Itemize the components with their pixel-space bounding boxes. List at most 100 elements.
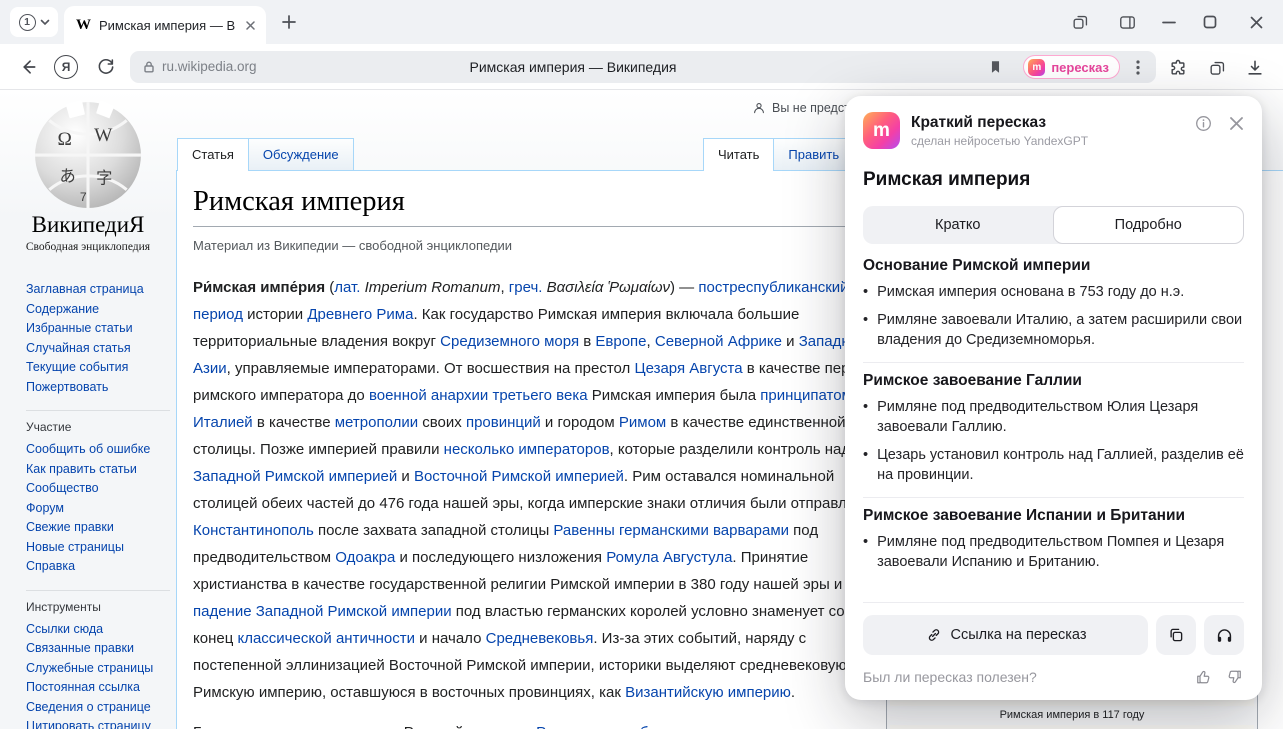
article-text: Imperium Romanum	[365, 279, 501, 296]
sidebar-link[interactable]: Постоянная ссылка	[26, 678, 170, 698]
panel-actions: Ссылка на пересказ	[863, 602, 1244, 655]
kebab-menu-icon[interactable]	[1130, 59, 1146, 76]
puzzle-icon	[1168, 58, 1188, 78]
article-text: и последующего низложения	[395, 549, 606, 566]
side-panel-icon[interactable]	[1116, 11, 1138, 33]
summary-bullet: •Цезарь установил контроль над Галлией, …	[863, 445, 1244, 486]
bullet-text: Римляне под предводительством Помпея и Ц…	[877, 532, 1244, 573]
sidebar-link[interactable]: Заглавная страница	[26, 280, 170, 300]
close-window-button[interactable]	[1245, 11, 1267, 33]
listen-button[interactable]	[1204, 615, 1244, 655]
sidebar-link[interactable]: Текущие события	[26, 358, 170, 378]
article-link[interactable]: лат.	[334, 279, 360, 296]
article-link[interactable]: Западной Римской империей	[193, 468, 397, 485]
pereskaz-button[interactable]: m пересказ	[1023, 55, 1120, 79]
article-link[interactable]: Средневековья	[486, 630, 594, 647]
wikipedia-globe-logo[interactable]: Ω W あ 字 7	[26, 96, 150, 210]
sidebar-link[interactable]: Ссылки сюда	[26, 620, 170, 640]
infobox-map-image-2[interactable]	[890, 725, 1254, 729]
article-link[interactable]: Средиземного моря	[440, 333, 579, 350]
article-link[interactable]: Северной Африке	[655, 333, 782, 350]
refresh-button[interactable]	[94, 55, 118, 79]
back-button[interactable]	[16, 55, 40, 79]
wiki-tab[interactable]: Обсуждение	[249, 138, 354, 170]
sidebar-link[interactable]: Свежие правки	[26, 518, 170, 538]
article-link[interactable]: Европе	[595, 333, 646, 350]
tab-list-button[interactable]: 1	[10, 7, 58, 37]
article-link[interactable]: Восточной Римской империей	[414, 468, 624, 485]
minimize-button[interactable]	[1158, 11, 1180, 33]
sidebar-link[interactable]: Случайная статья	[26, 339, 170, 359]
browser-tab[interactable]: W Римская империя — В	[64, 6, 266, 44]
back-arrow-icon	[18, 57, 38, 77]
sidebar-link[interactable]: Избранные статьи	[26, 319, 170, 339]
thumbs-down-icon[interactable]	[1226, 668, 1244, 686]
article-link[interactable]: Италией	[193, 414, 253, 431]
personal-label: Вы не предст	[772, 101, 850, 115]
info-button[interactable]	[1194, 114, 1213, 133]
tab-groups-icon[interactable]	[1069, 11, 1091, 33]
article-link[interactable]: Римская республика	[536, 724, 680, 729]
thumbs-up-icon[interactable]	[1194, 668, 1212, 686]
address-bar[interactable]: ru.wikipedia.org Римская империя — Викип…	[130, 51, 1156, 83]
new-tab-button[interactable]	[278, 11, 300, 33]
article-link[interactable]: классической античности	[237, 630, 415, 647]
article-link[interactable]: Ромула Августула	[606, 549, 732, 566]
article-link[interactable]: принципатом	[760, 387, 852, 404]
article-link[interactable]: несколько императоров	[444, 441, 610, 458]
collections-icon	[1208, 59, 1227, 78]
sidebar-link[interactable]: Связанные правки	[26, 639, 170, 659]
summary-tab[interactable]: Кратко	[863, 206, 1053, 244]
article-subtitle: Материал из Википедии — свободной энцикл…	[193, 238, 512, 253]
wiki-tab[interactable]: Статья	[177, 138, 249, 171]
downloads-button[interactable]	[1243, 56, 1267, 80]
article-text: и начало	[415, 630, 486, 647]
maximize-button[interactable]	[1199, 11, 1221, 33]
wikipedia-wordmark: ВикипедиЯ	[0, 212, 176, 238]
yandex-button[interactable]: Я	[54, 55, 78, 79]
panel-header: m Краткий пересказ сделан нейросетью Yan…	[863, 112, 1244, 149]
sidebar-link[interactable]: Сообщить об ошибке	[26, 440, 170, 460]
article-link[interactable]: греч.	[509, 279, 543, 296]
sidebar-link[interactable]: Сведения о странице	[26, 698, 170, 718]
copy-text-button[interactable]	[1156, 615, 1196, 655]
wiki-tab[interactable]: Править	[774, 138, 854, 170]
svg-text:字: 字	[96, 170, 112, 188]
article-link[interactable]: Цезаря Августа	[634, 360, 742, 377]
article-link[interactable]: метрополии	[335, 414, 418, 431]
sidebar-link[interactable]: Сообщество	[26, 479, 170, 499]
article-link[interactable]: Одоакра	[335, 549, 395, 566]
article-link[interactable]: Равенны	[553, 522, 614, 539]
tab-close-icon[interactable]	[245, 20, 256, 31]
article-link[interactable]: Византийскую империю	[625, 684, 791, 701]
wiki-tab[interactable]: Читать	[703, 138, 774, 171]
summary-tab[interactable]: Подробно	[1053, 206, 1245, 244]
sidebar-link[interactable]: Как править статьи	[26, 460, 170, 480]
article-link[interactable]: Древнего Рима	[307, 306, 413, 323]
article-link[interactable]: военной анархии третьего века	[369, 387, 588, 404]
article-link[interactable]: Римом	[619, 414, 666, 431]
copy-summary-link-button[interactable]: Ссылка на пересказ	[863, 615, 1148, 655]
extensions-button[interactable]	[1166, 56, 1190, 80]
summary-panel: m Краткий пересказ сделан нейросетью Yan…	[845, 96, 1262, 700]
sidebar-link[interactable]: Справка	[26, 557, 170, 577]
sidebar-link[interactable]: Форум	[26, 499, 170, 519]
bookmark-icon[interactable]	[987, 58, 1004, 76]
article-link[interactable]: Константинополь	[193, 522, 314, 539]
sidebar-link[interactable]: Новые страницы	[26, 538, 170, 558]
sidebar-link[interactable]: Пожертвовать	[26, 378, 170, 398]
article-link[interactable]: провинций	[466, 414, 541, 431]
sidebar-link[interactable]: Служебные страницы	[26, 659, 170, 679]
article-text: , управляемые императорами. От восшестви…	[227, 360, 635, 377]
close-panel-button[interactable]	[1229, 116, 1244, 131]
summary-mode-switcher: КраткоПодробно	[863, 206, 1244, 244]
article-link[interactable]: падение Западной Римской империи	[193, 603, 452, 620]
article-link[interactable]: германскими варварами	[619, 522, 789, 539]
browser-toolbar: Я ru.wikipedia.org Римская империя — Вик…	[0, 44, 1283, 90]
personal-bar[interactable]: Вы не предст	[752, 101, 850, 115]
sidebar-link[interactable]: Содержание	[26, 300, 170, 320]
collections-button[interactable]	[1205, 56, 1229, 80]
sidebar-link[interactable]: Цитировать страницу	[26, 717, 170, 729]
info-icon	[1194, 114, 1213, 133]
article-paragraph: Государство-предшественник Римской импер…	[193, 719, 891, 729]
